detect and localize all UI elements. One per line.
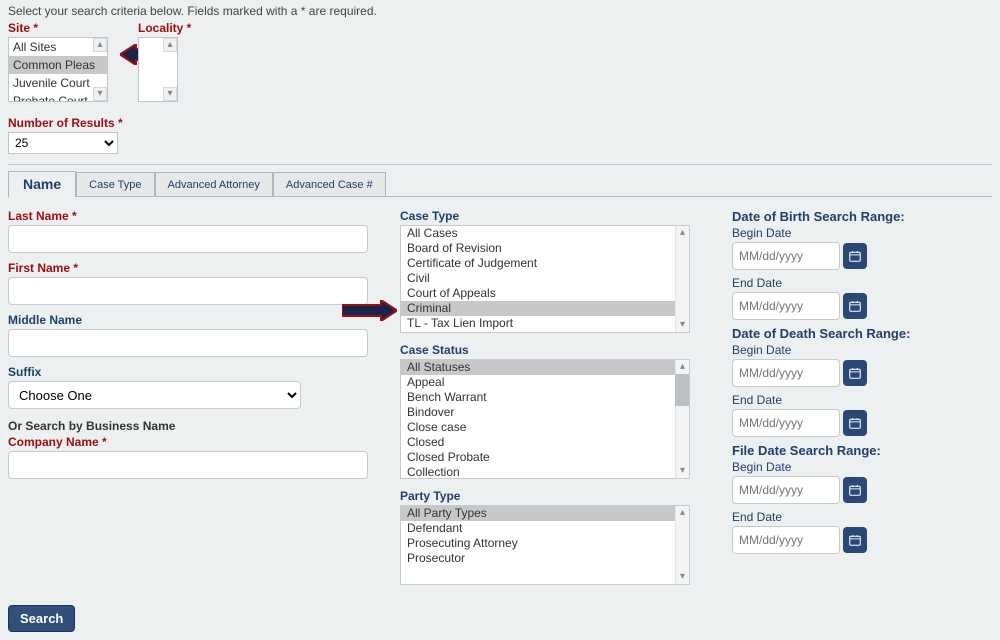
case-type-option[interactable]: Criminal (401, 301, 689, 316)
site-scroll-up-icon[interactable]: ▴ (93, 38, 107, 52)
dob-end-input[interactable] (732, 292, 840, 320)
case-type-option[interactable]: All Cases (401, 226, 689, 241)
case-type-listbox[interactable]: All Cases Board of Revision Certificate … (400, 225, 690, 333)
calendar-icon[interactable] (843, 243, 867, 269)
case-status-scrollbar[interactable]: ▴ ▾ (675, 360, 689, 478)
dob-begin-input[interactable] (732, 242, 840, 270)
file-begin-label: Begin Date (732, 460, 957, 474)
file-begin-input[interactable] (732, 476, 840, 504)
file-end-label: End Date (732, 510, 957, 524)
locality-scroll-down-icon[interactable]: ▾ (163, 87, 177, 101)
middle-name-label: Middle Name (8, 313, 368, 327)
site-option[interactable]: Common Pleas (9, 56, 107, 74)
scroll-thumb[interactable] (675, 374, 689, 406)
party-type-scrollbar[interactable]: ▴ ▾ (675, 506, 689, 584)
calendar-icon[interactable] (843, 527, 867, 553)
locality-scroll-up-icon[interactable]: ▴ (163, 38, 177, 52)
tabs: Name Case Type Advanced Attorney Advance… (8, 171, 992, 197)
first-name-input[interactable] (8, 277, 368, 305)
case-type-option[interactable]: Board of Revision (401, 241, 689, 256)
tab-advanced-attorney[interactable]: Advanced Attorney (155, 172, 273, 197)
party-type-option[interactable]: Prosecuting Attorney (401, 536, 689, 551)
company-name-label: Company Name * (8, 435, 368, 449)
calendar-icon[interactable] (843, 410, 867, 436)
file-end-input[interactable] (732, 526, 840, 554)
num-results-select[interactable]: 25 (8, 132, 118, 154)
party-type-label: Party Type (400, 489, 700, 503)
locality-label: Locality * (138, 21, 191, 35)
scroll-down-icon[interactable]: ▾ (676, 318, 689, 332)
site-label: Site * (8, 21, 108, 35)
separator (8, 164, 992, 165)
case-type-label: Case Type (400, 209, 700, 223)
party-type-option[interactable]: Defendant (401, 521, 689, 536)
dob-end-label: End Date (732, 276, 957, 290)
case-status-option[interactable]: All Statuses (401, 360, 689, 375)
scroll-down-icon[interactable]: ▾ (676, 464, 689, 478)
first-name-label: First Name * (8, 261, 368, 275)
case-type-option[interactable]: Certificate of Judgement (401, 256, 689, 271)
case-status-label: Case Status (400, 343, 700, 357)
middle-name-input[interactable] (8, 329, 368, 357)
party-type-listbox[interactable]: All Party Types Defendant Prosecuting At… (400, 505, 690, 585)
or-search-by-business-label: Or Search by Business Name (8, 419, 368, 433)
calendar-icon[interactable] (843, 293, 867, 319)
case-status-option[interactable]: Closed (401, 435, 689, 450)
last-name-input[interactable] (8, 225, 368, 253)
dod-end-label: End Date (732, 393, 957, 407)
case-status-option[interactable]: Collection (401, 465, 689, 478)
scroll-up-icon[interactable]: ▴ (676, 226, 689, 240)
annotation-arrow-icon (342, 300, 397, 321)
case-type-option[interactable]: Civil (401, 271, 689, 286)
site-scroll-down-icon[interactable]: ▾ (93, 87, 107, 101)
dod-range-title: Date of Death Search Range: (732, 326, 957, 341)
case-type-option[interactable]: Court of Appeals (401, 286, 689, 301)
case-status-listbox[interactable]: All Statuses Appeal Bench Warrant Bindov… (400, 359, 690, 479)
calendar-icon[interactable] (843, 477, 867, 503)
tab-name[interactable]: Name (8, 171, 76, 197)
case-status-option[interactable]: Close case (401, 420, 689, 435)
case-status-option[interactable]: Bench Warrant (401, 390, 689, 405)
tab-case-type[interactable]: Case Type (76, 172, 154, 197)
dod-begin-input[interactable] (732, 359, 840, 387)
dob-begin-label: Begin Date (732, 226, 957, 240)
num-results-label: Number of Results * (8, 116, 992, 130)
dob-range-title: Date of Birth Search Range: (732, 209, 957, 224)
tab-advanced-case-num[interactable]: Advanced Case # (273, 172, 386, 197)
scroll-down-icon[interactable]: ▾ (676, 570, 689, 584)
case-status-option[interactable]: Bindover (401, 405, 689, 420)
case-type-scrollbar[interactable]: ▴ ▾ (675, 226, 689, 332)
suffix-label: Suffix (8, 365, 368, 379)
instruction-text: Select your search criteria below. Field… (8, 4, 992, 18)
case-status-option[interactable]: Appeal (401, 375, 689, 390)
case-type-option[interactable]: TL - Tax Lien Import (401, 316, 689, 331)
calendar-icon[interactable] (843, 360, 867, 386)
dod-end-input[interactable] (732, 409, 840, 437)
party-type-option[interactable]: Prosecutor (401, 551, 689, 566)
site-listbox[interactable]: ▴ All Sites Common Pleas Juvenile Court … (8, 37, 108, 102)
search-button[interactable]: Search (8, 605, 75, 632)
scroll-up-icon[interactable]: ▴ (676, 506, 689, 520)
last-name-label: Last Name * (8, 209, 368, 223)
case-status-option[interactable]: Closed Probate (401, 450, 689, 465)
suffix-select[interactable]: Choose One (8, 381, 301, 409)
party-type-option[interactable]: All Party Types (401, 506, 689, 521)
company-name-input[interactable] (8, 451, 368, 479)
dod-begin-label: Begin Date (732, 343, 957, 357)
file-range-title: File Date Search Range: (732, 443, 957, 458)
locality-listbox[interactable]: ▴ ▾ (138, 37, 178, 102)
scroll-up-icon[interactable]: ▴ (676, 360, 689, 374)
